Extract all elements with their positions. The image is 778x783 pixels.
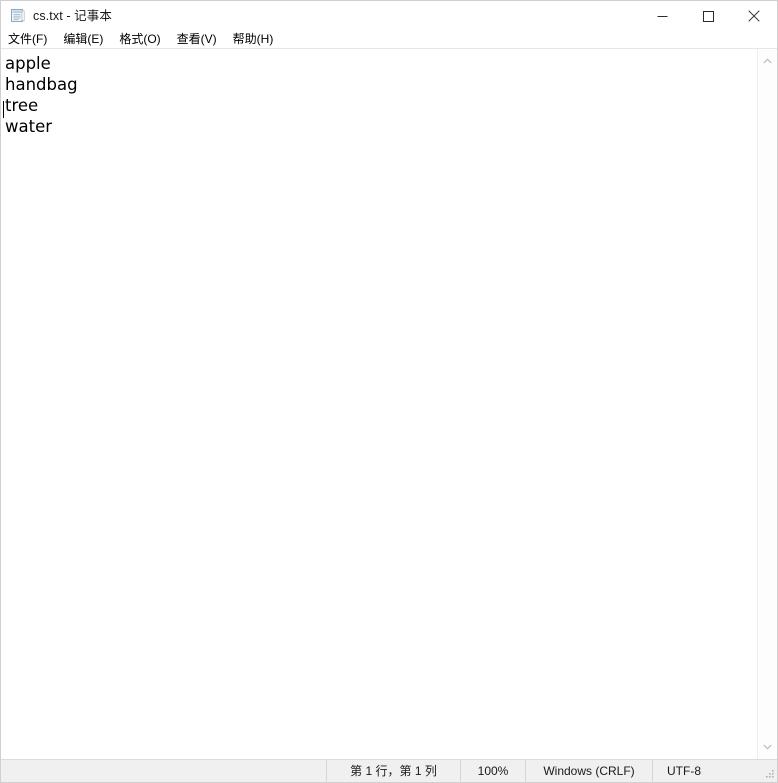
scrollbar-track[interactable]: [758, 69, 778, 739]
maximize-button[interactable]: [685, 1, 731, 31]
document-line: tree: [5, 96, 39, 115]
status-encoding: UTF-8: [652, 760, 777, 782]
window-controls: [639, 1, 777, 31]
menu-file[interactable]: 文件(F): [8, 31, 55, 48]
menu-edit[interactable]: 编辑(E): [63, 31, 111, 48]
notepad-document-icon: [10, 8, 26, 24]
text-editor[interactable]: apple handbag tree water: [1, 49, 757, 759]
status-cursor-position: 第 1 行，第 1 列: [326, 760, 460, 782]
menu-view[interactable]: 查看(V): [177, 31, 225, 48]
resize-grip-icon[interactable]: [763, 768, 775, 780]
scroll-up-icon[interactable]: [758, 49, 778, 69]
text-caret: [3, 101, 4, 118]
scroll-down-icon[interactable]: [758, 739, 778, 759]
window-title: cs.txt - 记事本: [33, 8, 112, 23]
close-button[interactable]: [731, 1, 777, 31]
document-line: apple: [5, 54, 51, 73]
menu-bar: 文件(F) 编辑(E) 格式(O) 查看(V) 帮助(H): [1, 31, 777, 49]
menu-format[interactable]: 格式(O): [119, 31, 168, 48]
menu-help[interactable]: 帮助(H): [233, 31, 282, 48]
title-bar-left: cs.txt - 记事本: [1, 1, 112, 31]
document-line: handbag: [5, 75, 78, 94]
status-bar: 第 1 行，第 1 列 100% Windows (CRLF) UTF-8: [1, 759, 777, 782]
vertical-scrollbar[interactable]: [757, 49, 777, 759]
status-zoom-level[interactable]: 100%: [460, 760, 525, 782]
title-bar[interactable]: cs.txt - 记事本: [1, 1, 777, 31]
minimize-button[interactable]: [639, 1, 685, 31]
status-bar-spacer: [1, 760, 326, 782]
editor-region: apple handbag tree water: [1, 49, 777, 759]
document-line: water: [5, 117, 53, 136]
status-line-ending: Windows (CRLF): [525, 760, 652, 782]
notepad-window: cs.txt - 记事本 文件(F) 编辑(E) 格式(O) 查看(V) 帮助(…: [0, 0, 778, 783]
